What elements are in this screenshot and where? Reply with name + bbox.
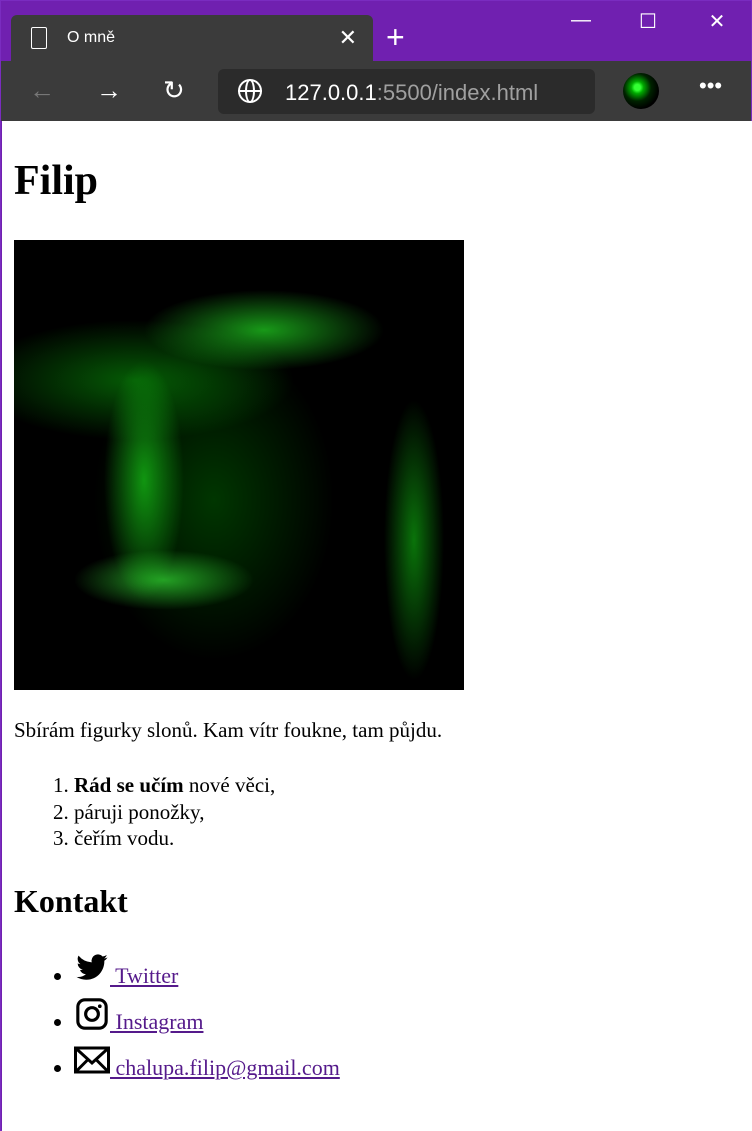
list-item-bold: Rád se učím (74, 773, 184, 797)
instagram-link[interactable]: Instagram (74, 998, 204, 1034)
refresh-button[interactable]: ↻ (163, 75, 185, 105)
twitter-link[interactable]: Twitter (74, 954, 179, 988)
bio-text: Sbírám figurky slonů. Kam vítr foukne, t… (14, 718, 443, 742)
forward-button[interactable]: → (96, 75, 122, 105)
close-tab-icon[interactable]: ✕ (339, 25, 357, 51)
list-item: páruji ponožky, (74, 799, 275, 826)
close-window-button[interactable]: ✕ (697, 9, 737, 34)
email-label: chalupa.filip@gmail.com (110, 1055, 340, 1080)
hobby-list: Rád se učím nové věci, páruji ponožky, č… (14, 772, 275, 852)
list-item: čeřím vodu. (74, 825, 275, 852)
profile-avatar[interactable] (623, 73, 659, 109)
page-title: Filip (14, 158, 99, 204)
url-host: 127.0.0.1 (285, 80, 377, 105)
page-icon (31, 27, 47, 49)
address-bar[interactable]: 127.0.0.1:5500/index.html (218, 69, 595, 114)
title-bar: O mně ✕ + — ☐ ✕ (1, 1, 751, 62)
contact-item: Instagram (74, 997, 340, 1043)
twitter-icon (76, 954, 108, 980)
tab-active[interactable]: O mně ✕ (11, 15, 373, 62)
instagram-icon (76, 998, 108, 1030)
more-options-button[interactable]: ••• (699, 73, 722, 99)
minimize-button[interactable]: — (561, 9, 601, 32)
browser-window: O mně ✕ + — ☐ ✕ ← → ↻ 127.0.0.1:5500/ind… (0, 0, 752, 1131)
email-link[interactable]: chalupa.filip@gmail.com (74, 1046, 340, 1080)
contact-item: Twitter (74, 951, 340, 997)
new-tab-button[interactable]: + (386, 19, 405, 55)
globe-icon (238, 79, 262, 103)
maximize-button[interactable]: ☐ (628, 9, 668, 34)
list-item: Rád se učím nové věci, (74, 772, 275, 799)
contact-item: chalupa.filip@gmail.com (74, 1043, 340, 1089)
back-button[interactable]: ← (29, 75, 55, 105)
tab-title: O mně (67, 29, 116, 46)
list-item-text: nové věci, (183, 773, 276, 797)
contact-list: Twitter Instagram chalupa.filip@gmail.co… (14, 951, 340, 1089)
profile-photo (14, 240, 464, 690)
toolbar: ← → ↻ 127.0.0.1:5500/index.html ••• (1, 61, 751, 121)
page-content: Filip Sbírám figurky slonů. Kam vítr fou… (2, 121, 752, 1131)
mail-icon (74, 1046, 110, 1074)
instagram-label: Instagram (110, 1009, 204, 1034)
contact-heading: Kontakt (14, 883, 128, 919)
url-path: :5500/index.html (376, 80, 539, 105)
twitter-label: Twitter (110, 963, 179, 988)
